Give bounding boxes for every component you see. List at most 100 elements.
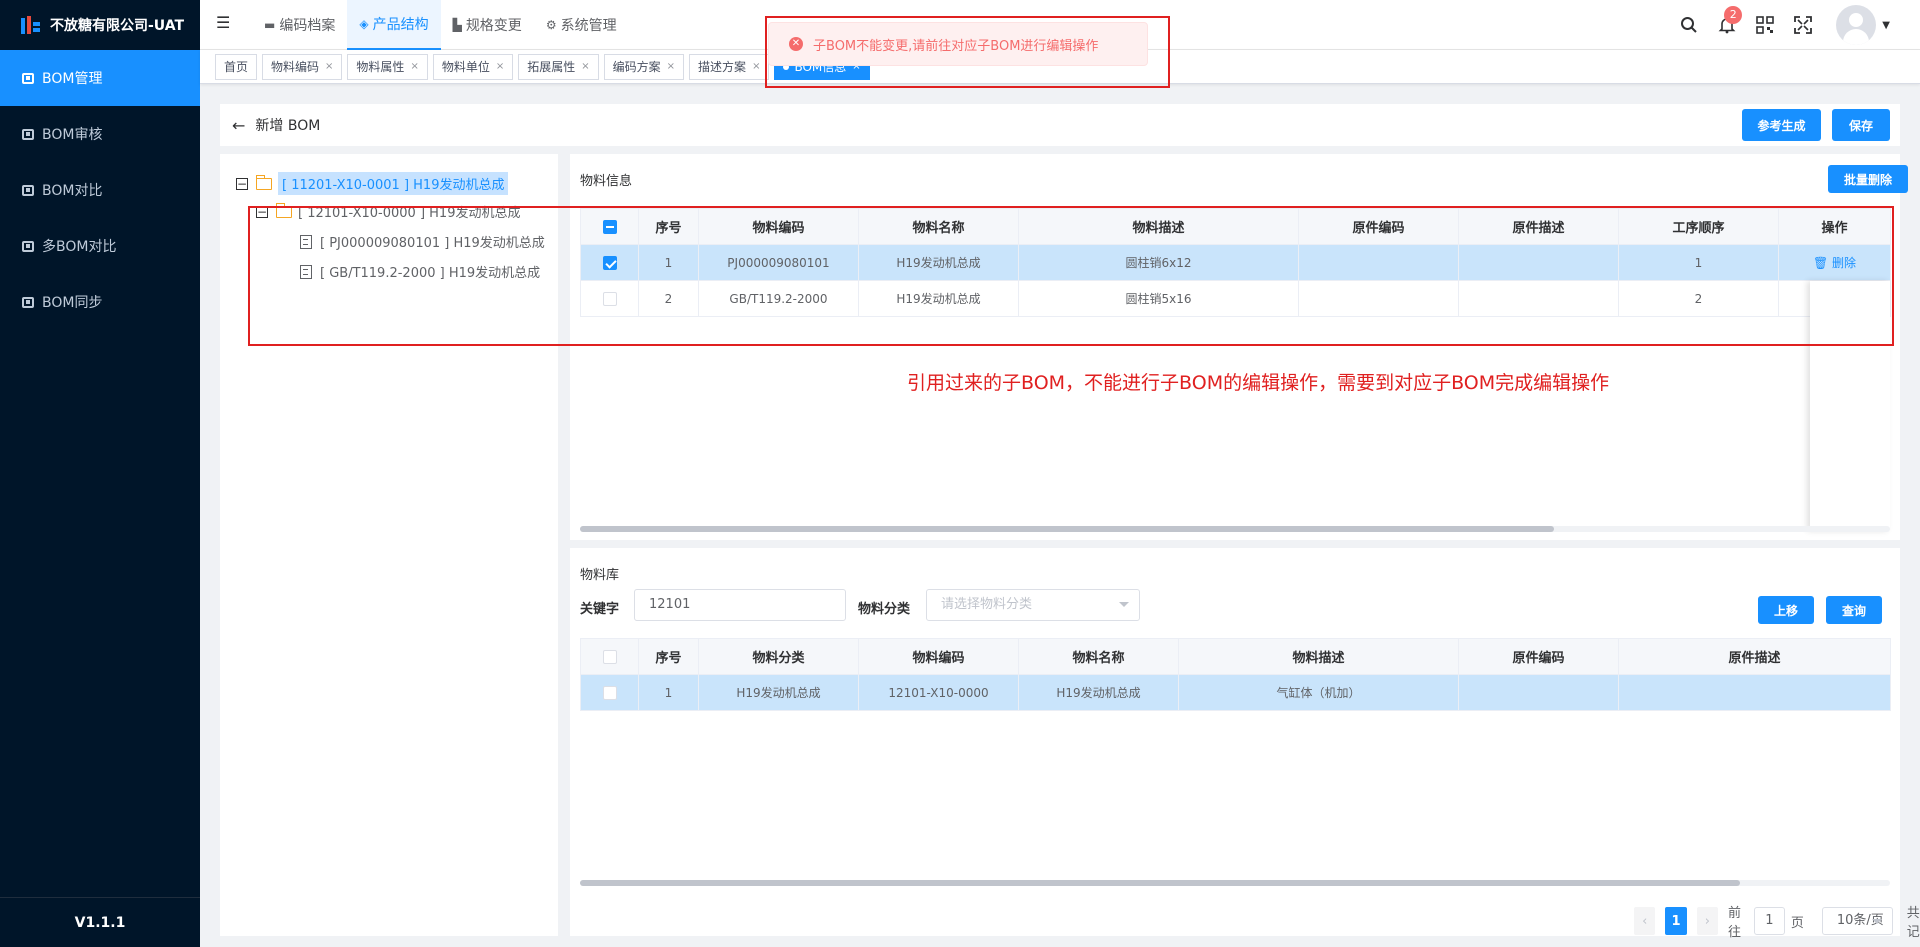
app-title: 不放糖有限公司-UAT xyxy=(50,18,185,34)
qrcode-icon[interactable] xyxy=(1746,0,1784,50)
page-size-select[interactable]: 10条/页 xyxy=(1821,907,1893,935)
cell-desc: 气缸体（机加） xyxy=(1178,674,1459,711)
table-row[interactable]: 1 H19发动机总成 12101-X10-0000 H19发动机总成 气缸体（机… xyxy=(580,674,1891,711)
cell-category: H19发动机总成 xyxy=(698,674,859,711)
category-label: 物料分类 xyxy=(858,602,911,617)
category-placeholder: 请选择物料分类 xyxy=(941,597,1033,612)
batch-delete-button[interactable]: 批量删除 xyxy=(1828,165,1908,193)
avatar[interactable] xyxy=(1836,5,1877,45)
tree-node-label: [ 11201-X10-0001 ] H19发动机总成 xyxy=(278,172,509,195)
reference-generate-button[interactable]: 参考生成 xyxy=(1742,109,1821,141)
table-header-row: 序号 物料分类 物料编码 物料名称 物料描述 原件编码 原件描述 xyxy=(580,638,1891,675)
sidebar-item-label: BOM管理 xyxy=(42,71,103,87)
column-header: 物料描述 xyxy=(1178,638,1459,675)
tree-node-root[interactable]: − [ 11201-X10-0001 ] H19发动机总成 xyxy=(236,172,509,195)
tag-label: 物料属性 xyxy=(356,60,405,74)
close-icon[interactable]: × xyxy=(410,55,418,79)
folder-icon: ▬ xyxy=(264,18,276,32)
header-tools: 2 ▼ xyxy=(1670,0,1890,50)
tag-desc-scheme[interactable]: 描述方案 × xyxy=(689,54,770,80)
keyword-label: 关键字 xyxy=(580,602,620,617)
bom-icon xyxy=(22,184,34,196)
sidebar-item-multi-bom-compare[interactable]: 多BOM对比 xyxy=(0,218,200,274)
bell-icon[interactable]: 2 xyxy=(1708,0,1746,50)
sidebar-item-bom-compare[interactable]: BOM对比 xyxy=(0,162,200,218)
scrollbar-thumb[interactable] xyxy=(580,880,1740,886)
notification-badge: 2 xyxy=(1724,6,1743,24)
sidebar-item-label: BOM同步 xyxy=(42,295,103,311)
close-icon[interactable]: × xyxy=(667,55,675,79)
tag-material-attr[interactable]: 物料属性 × xyxy=(347,54,428,80)
chevron-down-icon[interactable]: ▼ xyxy=(1882,20,1890,31)
close-icon[interactable]: × xyxy=(325,55,333,79)
prev-page-button[interactable]: ‹ xyxy=(1634,907,1656,935)
layers-icon: ◈ xyxy=(359,17,369,31)
topnav-code-archive[interactable]: ▬ 编码档案 xyxy=(252,0,347,50)
tag-code-scheme[interactable]: 编码方案 × xyxy=(603,54,685,80)
tag-ext-attr[interactable]: 拓展属性 × xyxy=(518,54,599,80)
bom-icon xyxy=(22,296,34,308)
close-icon[interactable]: × xyxy=(581,55,589,79)
tag-label: 拓展属性 xyxy=(527,60,576,74)
row-checkbox[interactable] xyxy=(602,685,617,700)
column-header: 原件描述 xyxy=(1618,638,1891,675)
chevron-down-icon xyxy=(1871,919,1882,924)
sidebar-item-bom-audit[interactable]: BOM审核 xyxy=(0,106,200,162)
topnav-label: 产品结构 xyxy=(372,17,429,33)
sidebar-item-bom-manage[interactable]: BOM管理 xyxy=(0,50,200,106)
cell-name: H19发动机总成 xyxy=(1018,674,1179,711)
app-logo[interactable]: 不放糖有限公司-UAT xyxy=(0,0,200,50)
column-header: 物料名称 xyxy=(1018,638,1179,675)
tag-label: 编码方案 xyxy=(612,60,661,74)
goto-suffix: 页 xyxy=(1790,915,1804,931)
scrollbar-thumb[interactable] xyxy=(580,526,1554,532)
next-page-button[interactable]: › xyxy=(1696,907,1719,935)
annotation-text: 引用过来的子BOM，不能进行子BOM的编辑操作，需要到对应子BOM完成编辑操作 xyxy=(907,372,1610,394)
keyword-input[interactable]: 12101 xyxy=(634,589,846,621)
column-header: 原件编码 xyxy=(1458,638,1619,675)
tag-material-code[interactable]: 物料编码 × xyxy=(262,54,343,80)
goto-page-input[interactable]: 1 xyxy=(1753,907,1785,935)
topnav-label: 系统管理 xyxy=(560,18,617,34)
top-nav: ▬ 编码档案 ◈ 产品结构 ▙ 规格变更 ⚙ 系统管理 xyxy=(252,0,629,50)
tag-material-unit[interactable]: 物料单位 × xyxy=(432,54,514,80)
pagination: ‹ 1 › 前往 1 页 10条/页 共 1 条记录 xyxy=(1634,902,1920,940)
tag-label: 物料编码 xyxy=(271,60,320,74)
page-number[interactable]: 1 xyxy=(1665,907,1687,935)
cell-code: 12101-X10-0000 xyxy=(858,674,1019,711)
topnav-system-manage[interactable]: ⚙ 系统管理 xyxy=(534,0,629,50)
tag-home[interactable]: 首页 xyxy=(215,54,258,80)
sidebar-item-label: BOM对比 xyxy=(42,183,103,199)
column-header: 物料编码 xyxy=(858,638,1019,675)
page-header: ← 新增 BOM 参考生成 保存 xyxy=(220,104,1900,146)
collapse-icon[interactable]: − xyxy=(236,177,248,190)
folder-open-icon xyxy=(255,174,272,190)
tag-label: 物料单位 xyxy=(441,60,490,74)
page-title: 新增 BOM xyxy=(255,118,321,134)
back-arrow-icon[interactable]: ← xyxy=(232,116,245,135)
material-info-title: 物料信息 xyxy=(580,174,633,189)
topnav-spec-change[interactable]: ▙ 规格变更 xyxy=(441,0,534,50)
sidebar-item-bom-sync[interactable]: BOM同步 xyxy=(0,274,200,330)
search-icon[interactable] xyxy=(1670,0,1708,50)
query-button[interactable]: 查询 xyxy=(1826,596,1882,624)
save-button[interactable]: 保存 xyxy=(1832,109,1890,141)
cell-seq: 1 xyxy=(638,674,699,711)
close-icon[interactable]: × xyxy=(496,55,504,79)
select-all-checkbox[interactable] xyxy=(602,649,617,664)
app-version: V1.1.1 xyxy=(0,897,200,947)
material-library-table: 序号 物料分类 物料编码 物料名称 物料描述 原件编码 原件描述 1 H19发动… xyxy=(580,638,1891,711)
material-library-title: 物料库 xyxy=(580,568,620,583)
move-up-button[interactable]: 上移 xyxy=(1758,596,1814,624)
annotation-box-toast xyxy=(765,16,1170,88)
close-icon[interactable]: × xyxy=(752,55,760,79)
menu-collapse-icon[interactable]: ☰ xyxy=(216,13,230,32)
fullscreen-icon[interactable] xyxy=(1784,0,1822,50)
topnav-product-structure[interactable]: ◈ 产品结构 xyxy=(347,0,441,50)
topnav-label: 规格变更 xyxy=(465,18,522,34)
row-checkbox-cell xyxy=(580,674,639,711)
category-select[interactable]: 请选择物料分类 xyxy=(926,589,1140,621)
total-count: 共 1 条记录 xyxy=(1906,906,1920,940)
tag-label: 描述方案 xyxy=(698,60,747,74)
annotation-box-table xyxy=(248,206,1894,346)
